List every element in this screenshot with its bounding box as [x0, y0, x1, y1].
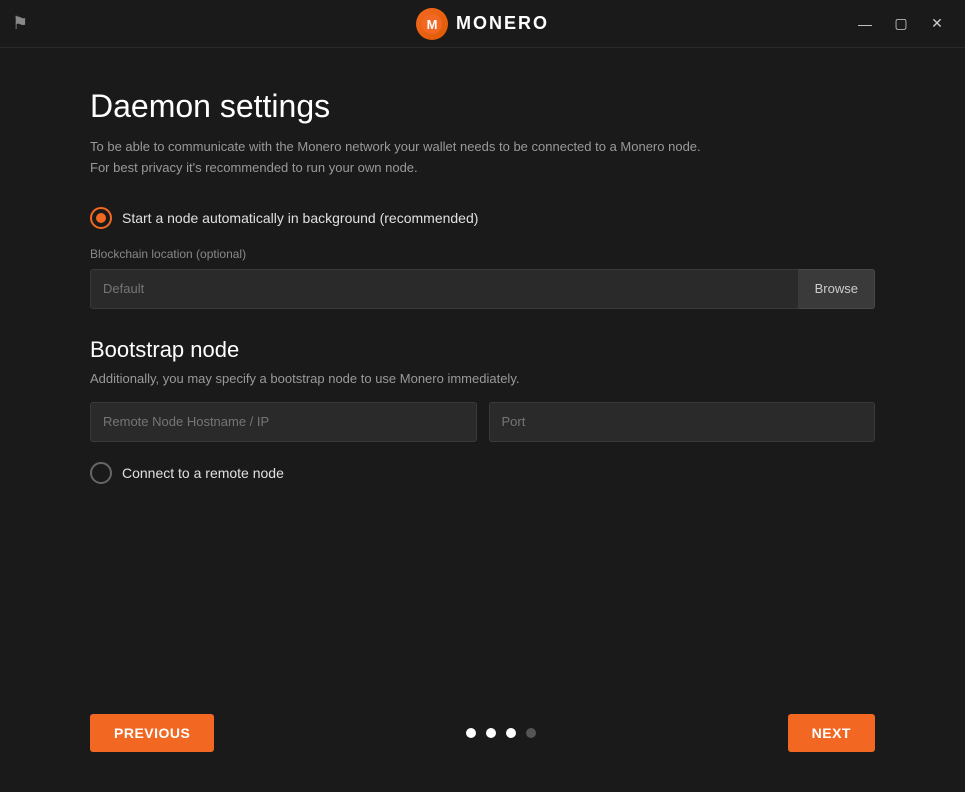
- hostname-field-wrapper: [90, 402, 477, 442]
- monero-logo-icon: M: [416, 8, 448, 40]
- bootstrap-description: Additionally, you may specify a bootstra…: [90, 371, 875, 386]
- pagination-dot-1: [466, 728, 476, 738]
- previous-button[interactable]: Previous: [90, 714, 214, 752]
- auto-node-radio-inner: [96, 213, 106, 223]
- flag-area: ⚑: [12, 0, 28, 47]
- titlebar: ⚑ M MONERO — ▢ ✕: [0, 0, 965, 48]
- page-title: Daemon settings: [90, 88, 875, 125]
- window-controls: — ▢ ✕: [849, 0, 953, 47]
- page-description-line2: For best privacy it's recommended to run…: [90, 160, 418, 175]
- pagination-dot-4: [526, 728, 536, 738]
- pagination-dots: [466, 728, 536, 738]
- remote-node-radio[interactable]: Connect to a remote node: [90, 462, 875, 484]
- blockchain-label: Blockchain location (optional): [90, 247, 875, 261]
- port-input[interactable]: [489, 402, 876, 442]
- svg-text:M: M: [427, 17, 438, 32]
- blockchain-section: Blockchain location (optional) Browse: [90, 247, 875, 337]
- auto-node-radio[interactable]: Start a node automatically in background…: [90, 207, 875, 229]
- main-content: Daemon settings To be able to communicat…: [0, 48, 965, 792]
- remote-node-radio-button[interactable]: [90, 462, 112, 484]
- close-button[interactable]: ✕: [921, 8, 953, 40]
- app-title: MONERO: [456, 13, 549, 34]
- blockchain-input-group: Browse: [90, 269, 875, 309]
- blockchain-location-input[interactable]: [90, 269, 799, 309]
- flag-icon: ⚑: [12, 13, 28, 34]
- browse-button[interactable]: Browse: [799, 269, 875, 309]
- pagination-dot-3: [506, 728, 516, 738]
- maximize-button[interactable]: ▢: [885, 8, 917, 40]
- remote-node-label: Connect to a remote node: [122, 465, 284, 481]
- hostname-input[interactable]: [90, 402, 477, 442]
- port-field-wrapper: [489, 402, 876, 442]
- page-description-line1: To be able to communicate with the Moner…: [90, 139, 701, 154]
- node-inputs-group: [90, 402, 875, 442]
- next-button[interactable]: Next: [788, 714, 875, 752]
- auto-node-label: Start a node automatically in background…: [122, 210, 478, 226]
- auto-node-radio-button[interactable]: [90, 207, 112, 229]
- app-logo: M MONERO: [416, 8, 549, 40]
- bootstrap-title: Bootstrap node: [90, 337, 875, 363]
- page-description: To be able to communicate with the Moner…: [90, 137, 875, 179]
- bottom-navigation: Previous Next: [90, 694, 875, 752]
- minimize-button[interactable]: —: [849, 8, 881, 40]
- pagination-dot-2: [486, 728, 496, 738]
- bootstrap-section: Bootstrap node Additionally, you may spe…: [90, 337, 875, 462]
